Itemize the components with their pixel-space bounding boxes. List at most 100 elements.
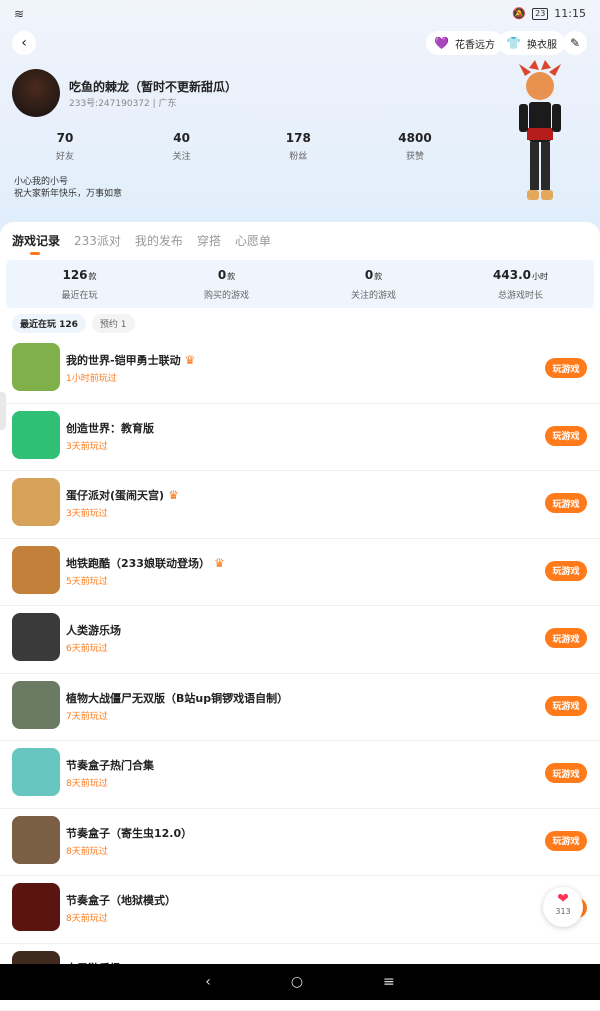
last-played: 5天前玩过 <box>66 574 108 587</box>
change-clothes-button[interactable]: 👕 换衣服 <box>498 31 565 55</box>
tab-indicator <box>30 252 40 255</box>
game-title-text: 我的世界-铠甲勇士联动 <box>66 354 181 367</box>
character-head <box>519 60 561 100</box>
game-icon <box>12 681 60 729</box>
last-played: 8天前玩过 <box>66 911 108 924</box>
summary-purchased[interactable]: 0款 购买的游戏 <box>167 268 287 301</box>
tab-outfits[interactable]: 穿搭 <box>197 232 221 249</box>
play-button[interactable]: 玩游戏 <box>545 426 587 446</box>
bell-off-icon: 🔕 <box>512 7 526 20</box>
stat-value: 70 <box>30 131 100 145</box>
battery-level: 23 <box>532 8 548 20</box>
game-row[interactable]: 节奏盒子（地狱模式）8天前玩过玩游戏 <box>0 876 600 944</box>
crown-icon: ♛ <box>185 353 196 367</box>
game-row[interactable]: 节奏盒子（寄生虫12.0）8天前玩过玩游戏 <box>0 809 600 877</box>
shirt-icon: 👕 <box>506 36 521 50</box>
game-icon <box>12 546 60 594</box>
floating-like-button[interactable]: ❤ 313 <box>543 887 583 927</box>
last-played: 3天前玩过 <box>66 439 108 452</box>
game-icon <box>12 478 60 526</box>
summary-value: 0 <box>218 268 226 282</box>
play-button[interactable]: 玩游戏 <box>545 493 587 513</box>
stat-label: 好友 <box>30 149 100 162</box>
last-played: 1小时前玩过 <box>66 371 117 384</box>
game-title: 地铁跑酷（233娘联动登场）♛ <box>66 555 225 571</box>
last-played: 8天前玩过 <box>66 776 108 789</box>
back-button[interactable]: ‹ <box>12 31 36 55</box>
avatar[interactable] <box>12 69 60 117</box>
edit-profile-button[interactable]: ✎ <box>563 31 587 55</box>
system-nav-bar: ‹ ○ ≡ <box>0 964 600 1000</box>
user-id-location: 233号:247190372 | 广东 <box>69 96 177 109</box>
summary-unit: 款 <box>374 272 382 281</box>
game-title: 植物大战僵尸无双版（B站up铜锣戏语自制） <box>66 690 288 706</box>
tab-233-party[interactable]: 233派对 <box>74 232 121 249</box>
nickname: 吃鱼的棘龙（暂时不更新甜瓜） <box>69 78 237 95</box>
huaxiang-label: 花香远方 <box>455 36 495 51</box>
nav-back-icon[interactable]: ‹ <box>205 974 211 990</box>
game-summary: 126款 最近在玩 0款 购买的游戏 0款 关注的游戏 443.0小时 总游戏时… <box>6 260 594 308</box>
game-icon <box>12 343 60 391</box>
filter-reserved-chip[interactable]: 预约 1 <box>92 314 135 333</box>
summary-recent[interactable]: 126款 最近在玩 <box>20 268 140 301</box>
game-title-text: 地铁跑酷（233娘联动登场） <box>66 557 210 570</box>
time: 11:15 <box>554 7 586 20</box>
last-played: 7天前玩过 <box>66 709 108 722</box>
game-title: 创造世界：教育版 <box>66 420 154 436</box>
summary-unit: 款 <box>89 272 97 281</box>
game-row[interactable]: 节奏盒子热门合集8天前玩过玩游戏 <box>0 741 600 809</box>
game-title: 我的世界-铠甲勇士联动 ♛ <box>66 352 195 368</box>
game-row[interactable]: 人类游乐场6天前玩过玩游戏 <box>0 606 600 674</box>
nav-menu-icon[interactable]: ≡ <box>383 974 395 990</box>
game-row[interactable]: 植物大战僵尸无双版（B站up铜锣戏语自制） 7天前玩过 玩游戏 <box>0 674 600 742</box>
status-bar: ≋ 🔕 23 11:15 <box>0 0 600 28</box>
play-button[interactable]: 玩游戏 <box>545 831 587 851</box>
character-arm <box>519 104 528 132</box>
game-icon <box>12 816 60 864</box>
tab-my-posts[interactable]: 我的发布 <box>135 232 183 249</box>
last-played: 3天前玩过 <box>66 506 108 519</box>
game-row[interactable]: 蛋仔派对(蛋闹天宫)♛3天前玩过玩游戏 <box>0 471 600 539</box>
character-arm <box>552 104 561 132</box>
play-button[interactable]: 玩游戏 <box>545 696 587 716</box>
summary-label: 购买的游戏 <box>167 288 287 301</box>
like-count: 313 <box>543 907 583 916</box>
play-button[interactable]: 玩游戏 <box>545 628 587 648</box>
game-row[interactable]: 创造世界：教育版 3天前玩过 玩游戏 <box>0 404 600 472</box>
stat-likes[interactable]: 4800 获赞 <box>380 131 450 162</box>
game-title-text: 人类游乐场 <box>66 624 121 637</box>
play-button[interactable]: 玩游戏 <box>545 763 587 783</box>
play-button[interactable]: 玩游戏 <box>545 561 587 581</box>
stat-friends[interactable]: 70 好友 <box>30 131 100 162</box>
huaxiang-button[interactable]: 💜 花香远方 <box>426 31 503 55</box>
character-belt <box>527 128 553 140</box>
pencil-icon: ✎ <box>570 36 580 50</box>
game-title-text: 蛋仔派对(蛋闹天宫) <box>66 489 164 502</box>
stat-label: 获赞 <box>380 149 450 162</box>
character-foot <box>541 190 553 200</box>
game-title-text: 节奏盒子（寄生虫12.0） <box>66 827 192 840</box>
summary-label: 最近在玩 <box>20 288 140 301</box>
summary-label: 总游戏时长 <box>461 288 581 301</box>
stat-following[interactable]: 40 关注 <box>147 131 217 162</box>
heart-icon: ❤ <box>543 891 583 907</box>
character-leg <box>530 142 539 190</box>
summary-total-time: 443.0小时 总游戏时长 <box>461 268 581 301</box>
character-leg <box>541 142 550 190</box>
tab-game-records[interactable]: 游戏记录 <box>12 232 60 249</box>
game-row[interactable]: 地铁跑酷（233娘联动登场）♛ 5天前玩过 玩游戏 <box>0 539 600 607</box>
bio-line: 祝大家新年快乐，万事如意 <box>14 188 122 200</box>
stat-value: 40 <box>147 131 217 145</box>
tab-wishlist[interactable]: 心愿单 <box>235 232 271 249</box>
game-filters: 最近在玩 126 预约 1 <box>12 314 135 333</box>
nav-home-icon[interactable]: ○ <box>291 974 303 990</box>
summary-value: 126 <box>62 268 87 282</box>
filter-recent-chip[interactable]: 最近在玩 126 <box>12 314 86 333</box>
stat-label: 关注 <box>147 149 217 162</box>
game-row[interactable]: 我的世界-铠甲勇士联动 ♛ 1小时前玩过 玩游戏 <box>0 336 600 404</box>
game-title: 人类游乐场 <box>66 622 121 638</box>
stat-fans[interactable]: 178 粉丝 <box>263 131 333 162</box>
summary-followed[interactable]: 0款 关注的游戏 <box>314 268 434 301</box>
avatar-character[interactable] <box>505 58 575 218</box>
play-button[interactable]: 玩游戏 <box>545 358 587 378</box>
